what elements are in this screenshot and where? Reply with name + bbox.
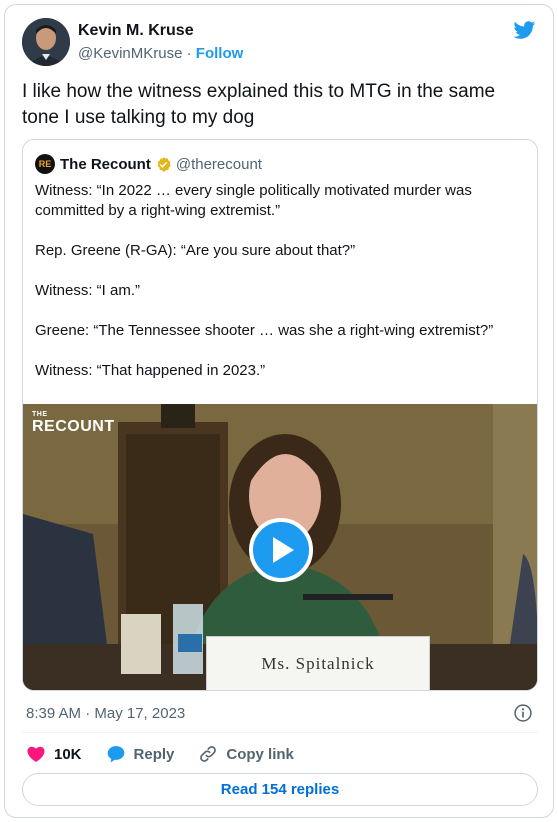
copy-link-button[interactable]: Copy link: [198, 744, 294, 764]
heart-icon: [27, 746, 45, 762]
reply-label: Reply: [133, 745, 175, 763]
follow-button[interactable]: Follow: [196, 45, 244, 62]
video-watermark-main: RECOUNT: [32, 418, 115, 435]
quoted-author-avatar[interactable]: RE: [35, 154, 55, 174]
author-handle[interactable]: @KevinMKruse: [78, 45, 182, 62]
like-count: 10K: [54, 745, 82, 763]
tweet-card: Kevin M. Kruse @KevinMKruse · Follow I l…: [4, 4, 554, 818]
link-icon: [200, 746, 217, 762]
quoted-tweet-header: RE The Recount @therecount: [35, 153, 262, 175]
author-avatar[interactable]: [22, 18, 70, 66]
tweet-timestamp[interactable]: 8:39 AM · May 17, 2023: [26, 705, 185, 722]
author-name[interactable]: Kevin M. Kruse: [78, 22, 194, 40]
video-watermark: THE RECOUNT: [32, 411, 115, 436]
author-avatar-image: [22, 18, 70, 66]
tweet-actions: 10K Reply Copy link: [26, 741, 318, 767]
play-icon: [273, 537, 294, 563]
twitter-bird-icon[interactable]: [512, 19, 537, 41]
meta-separator: ·: [186, 45, 192, 62]
quoted-tweet-text: Witness: “In 2022 … every single politic…: [35, 181, 527, 401]
quote-paragraph: Witness: “In 2022 … every single politic…: [35, 182, 472, 219]
reply-bubble-icon: [107, 746, 124, 763]
quote-paragraph: Rep. Greene (R-GA): “Are you sure about …: [35, 242, 356, 259]
info-icon[interactable]: [513, 703, 533, 723]
read-replies-button[interactable]: Read 154 replies: [22, 773, 538, 806]
reply-button[interactable]: Reply: [106, 744, 175, 764]
quote-paragraph: Greene: “The Tennessee shooter … was she…: [35, 322, 494, 339]
quoted-author-handle[interactable]: @therecount: [176, 156, 262, 173]
copy-link-label: Copy link: [226, 745, 294, 763]
tweet-text: I like how the witness explained this to…: [22, 81, 496, 128]
quoted-author-name[interactable]: The Recount: [60, 156, 151, 173]
author-meta-line: @KevinMKruse · Follow: [78, 45, 243, 62]
quote-paragraph: Witness: “That happened in 2023.”: [35, 362, 266, 379]
play-button[interactable]: [249, 518, 313, 582]
divider: [22, 732, 538, 733]
gold-verified-badge-icon: [157, 156, 171, 172]
video-player[interactable]: THE RECOUNT Ms. Spitalnick: [23, 404, 537, 690]
video-watermark-small: THE: [32, 411, 48, 418]
quote-paragraph: Witness: “I am.”: [35, 282, 141, 299]
quoted-tweet[interactable]: RE The Recount @therecount Witness: “In …: [22, 139, 538, 691]
like-button[interactable]: 10K: [26, 744, 82, 764]
witness-nameplate: Ms. Spitalnick: [206, 636, 430, 690]
